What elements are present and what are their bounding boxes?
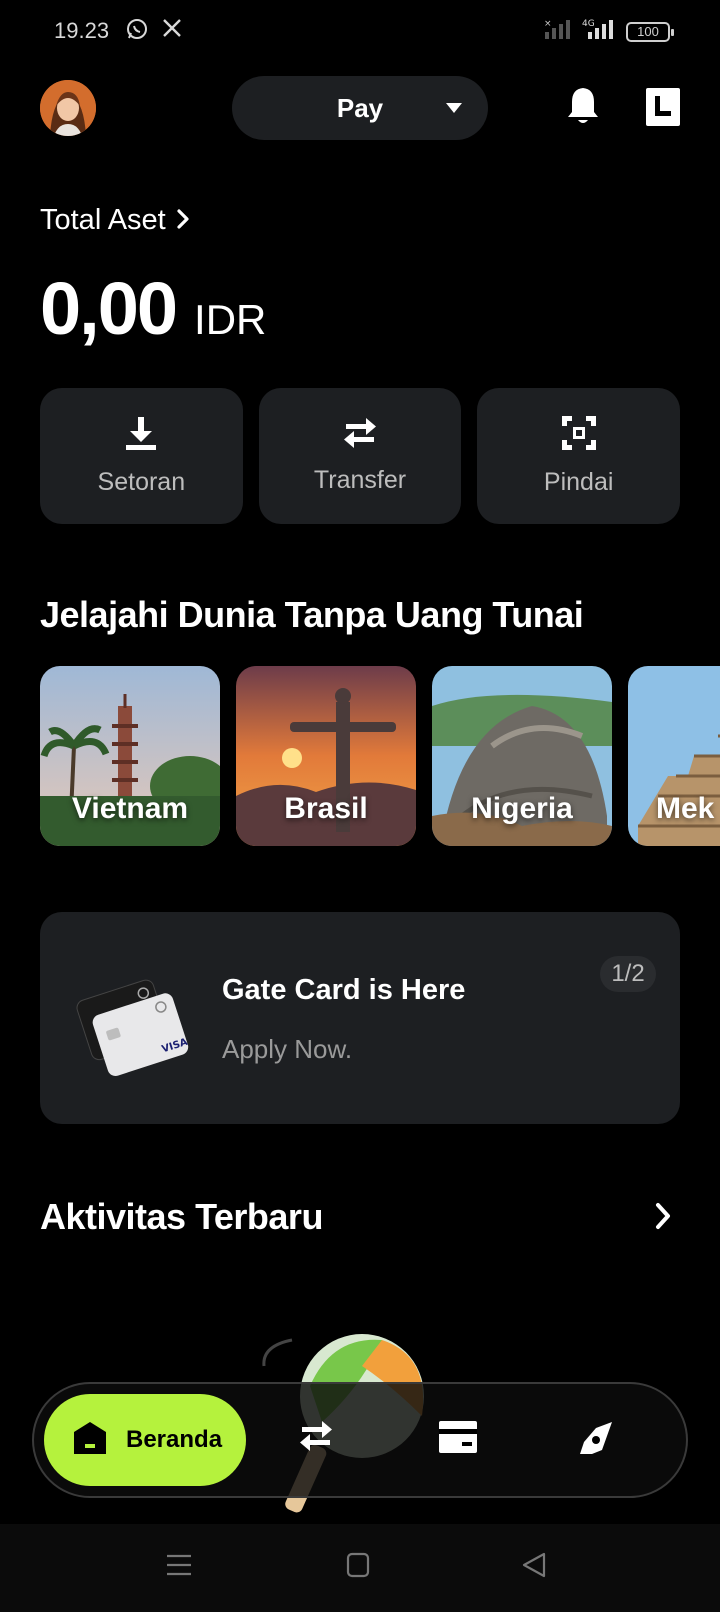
home-icon <box>72 1420 108 1461</box>
exchange-logo-icon[interactable] <box>646 88 680 126</box>
country-name: Nigeria <box>471 792 573 825</box>
country-card-nigeria[interactable]: Nigeria <box>432 666 612 846</box>
scan-label: Pindai <box>543 468 614 496</box>
promo-banner[interactable]: VISA Gate Card is Here Apply Now. 1/2 <box>40 912 680 1124</box>
balance-value: 0,00 <box>40 267 178 350</box>
signal-icon: × <box>544 18 572 45</box>
chevron-right-icon <box>176 204 190 237</box>
deposit-label: Setoran <box>97 468 186 496</box>
total-assets-link[interactable]: Total Aset <box>40 204 190 237</box>
whatsapp-icon <box>126 18 148 45</box>
download-icon <box>123 415 159 456</box>
chevron-right-icon[interactable] <box>654 1202 672 1235</box>
total-assets-label: Total Aset <box>40 204 166 236</box>
quick-actions: Setoran Transfer Pindai <box>40 388 681 524</box>
4g-signal-icon: 4G <box>582 18 616 45</box>
battery-indicator: 100 <box>626 21 674 42</box>
countries-carousel: Vietnam Brasil Nigeria Mek <box>40 666 720 848</box>
nav-home-label: Beranda <box>126 1426 223 1453</box>
country-name: Mek <box>656 792 715 825</box>
balance-currency: IDR <box>194 296 267 343</box>
activity-title: Aktivitas Terbaru <box>40 1196 323 1237</box>
mode-selector[interactable]: Pay <box>232 76 488 140</box>
x-icon <box>162 18 182 43</box>
transfer-label: Transfer <box>313 466 407 494</box>
transfer-button[interactable]: Transfer <box>258 388 462 524</box>
country-card-vietnam[interactable]: Vietnam <box>40 666 220 846</box>
bell-icon[interactable] <box>566 86 600 131</box>
back-icon[interactable] <box>522 1552 546 1583</box>
promo-title: Gate Card is Here <box>222 974 466 1006</box>
deposit-button[interactable]: Setoran <box>40 388 243 524</box>
scan-icon <box>561 415 597 456</box>
system-nav-bar <box>0 1524 720 1612</box>
swap-arrows-icon <box>342 417 378 454</box>
bottom-nav: Beranda <box>32 1382 688 1498</box>
scan-button[interactable]: Pindai <box>477 388 681 524</box>
country-card-meksiko[interactable]: Mek <box>628 666 720 846</box>
explore-title: Jelajahi Dunia Tanpa Uang Tunai <box>40 594 584 635</box>
svg-text:4G: 4G <box>582 19 595 29</box>
promo-subtitle: Apply Now. <box>222 1034 353 1064</box>
avatar[interactable] <box>40 80 96 136</box>
svg-text:×: × <box>544 19 552 29</box>
compass-icon[interactable] <box>578 1420 614 1461</box>
caret-down-icon <box>446 103 462 113</box>
swap-arrows-icon[interactable] <box>298 1420 334 1457</box>
menu-icon[interactable] <box>166 1552 192 1583</box>
status-bar: 19.23 × 4G 100 <box>0 0 720 64</box>
status-indicators: × 4G 100 <box>544 18 674 45</box>
balance-display: 0,00 IDR <box>40 266 266 351</box>
country-name: Vietnam <box>71 792 189 825</box>
promo-page-indicator: 1/2 <box>600 956 656 992</box>
mode-selector-label: Pay <box>336 92 384 123</box>
nav-home-button[interactable]: Beranda <box>44 1394 246 1486</box>
status-time: 19.23 <box>54 18 110 43</box>
country-name: Brasil <box>284 792 368 825</box>
credit-card-illustration-icon: VISA <box>76 964 194 1085</box>
home-square-icon[interactable] <box>346 1552 370 1583</box>
card-icon[interactable] <box>438 1420 478 1459</box>
country-card-brasil[interactable]: Brasil <box>236 666 416 846</box>
